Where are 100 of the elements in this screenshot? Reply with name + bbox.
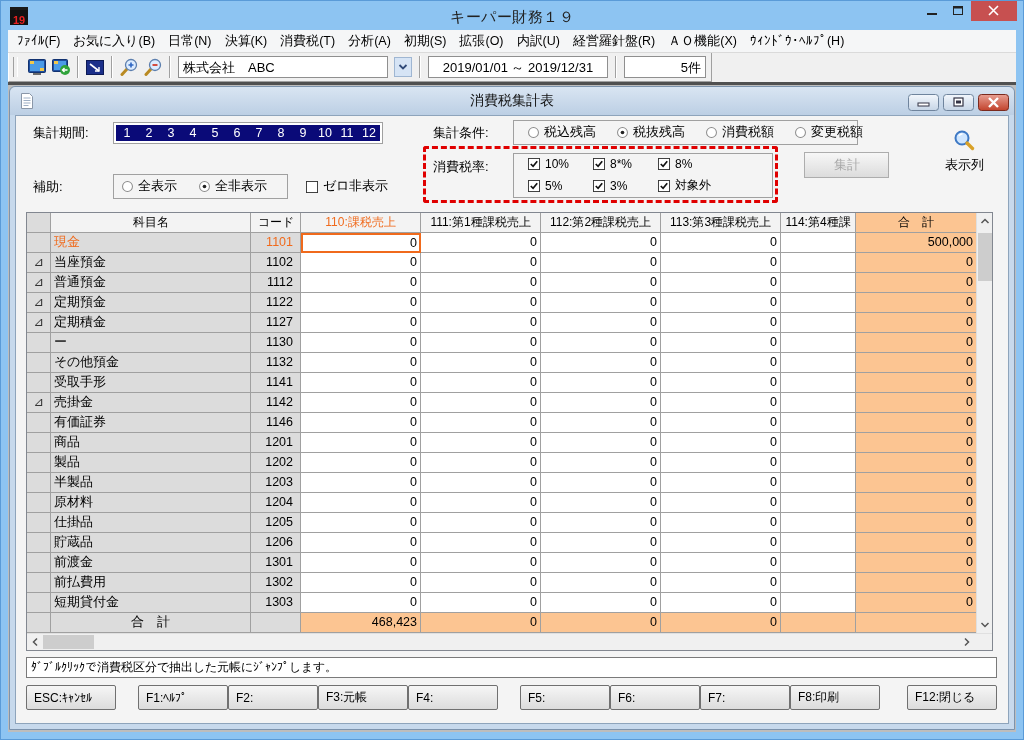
checkbox-option[interactable]: 8% — [658, 157, 723, 171]
table-cell[interactable]: 0 — [421, 573, 541, 593]
month-cell[interactable]: 11 — [336, 125, 358, 141]
account-name-cell[interactable]: 普通預金 — [51, 273, 251, 293]
account-name-cell[interactable]: 短期貸付金 — [51, 593, 251, 613]
radio-icon[interactable] — [199, 181, 210, 192]
table-cell[interactable]: 0 — [421, 553, 541, 573]
radio-option[interactable]: 税抜残高 — [617, 124, 685, 141]
account-code-cell[interactable]: 1303 — [251, 593, 301, 613]
company-field[interactable]: 株式会社 ABC — [178, 56, 388, 78]
table-cell[interactable] — [781, 573, 856, 593]
checkbox-icon[interactable] — [593, 179, 605, 192]
account-name-cell[interactable]: 定期預金 — [51, 293, 251, 313]
table-cell[interactable] — [781, 333, 856, 353]
account-code-cell[interactable]: 1130 — [251, 333, 301, 353]
checkbox-option[interactable]: 8*% — [593, 157, 658, 171]
table-cell[interactable]: 0 — [421, 413, 541, 433]
table-cell[interactable]: 0 — [541, 313, 661, 333]
radio-option[interactable]: 全表示 — [122, 178, 177, 195]
dropdown-icon[interactable] — [394, 57, 412, 77]
checkbox-option[interactable]: 5% — [528, 178, 593, 193]
account-code-cell[interactable]: 1202 — [251, 453, 301, 473]
close-icon[interactable] — [978, 93, 1009, 111]
table-cell[interactable]: 0 — [541, 293, 661, 313]
table-cell[interactable]: 0 — [421, 493, 541, 513]
table-cell[interactable]: 0 — [541, 353, 661, 373]
period-field[interactable]: 2019/01/01 ～ 2019/12/31 — [428, 56, 608, 78]
table-cell[interactable]: 0 — [541, 493, 661, 513]
function-key-button[interactable]: F3:元帳 — [318, 685, 408, 710]
checkbox-icon[interactable] — [593, 158, 605, 170]
table-cell[interactable]: 0 — [421, 453, 541, 473]
table-cell[interactable]: 0 — [301, 233, 421, 253]
month-cell[interactable]: 8 — [270, 125, 292, 141]
function-key-button[interactable]: ESC:ｷｬﾝｾﾙ — [26, 685, 116, 710]
function-key-button[interactable]: F12:閉じる — [907, 685, 997, 710]
month-cell[interactable]: 7 — [248, 125, 270, 141]
table-cell[interactable]: 0 — [421, 293, 541, 313]
menu-item[interactable]: 拡張(O) — [453, 33, 511, 49]
table-cell[interactable]: 0 — [421, 373, 541, 393]
monitor-icon[interactable] — [28, 59, 46, 75]
account-code-cell[interactable]: 1205 — [251, 513, 301, 533]
month-cell[interactable]: 9 — [292, 125, 314, 141]
table-cell[interactable]: 0 — [541, 553, 661, 573]
month-cell[interactable]: 6 — [226, 125, 248, 141]
account-name-cell[interactable]: 当座預金 — [51, 253, 251, 273]
table-cell[interactable]: 0 — [661, 573, 781, 593]
table-cell[interactable] — [781, 273, 856, 293]
table-cell[interactable] — [781, 593, 856, 613]
menu-item[interactable]: 日常(N) — [161, 33, 218, 49]
function-key-button[interactable]: F5: — [520, 685, 610, 710]
checkbox-icon[interactable] — [658, 158, 670, 170]
account-code-cell[interactable]: 1142 — [251, 393, 301, 413]
month-cell[interactable]: 10 — [314, 125, 336, 141]
vertical-scrollbar[interactable] — [976, 213, 992, 633]
menu-item[interactable]: 内訳(U) — [510, 33, 567, 49]
table-cell[interactable]: 0 — [301, 553, 421, 573]
month-cell[interactable]: 2 — [138, 125, 160, 141]
table-cell[interactable] — [781, 233, 856, 253]
month-cell[interactable]: 1 — [116, 125, 138, 141]
account-name-cell[interactable]: 原材料 — [51, 493, 251, 513]
table-cell[interactable]: 0 — [541, 573, 661, 593]
menu-item[interactable]: 経営羅針盤(R) — [566, 33, 662, 49]
checkbox-icon[interactable] — [528, 179, 540, 192]
table-cell[interactable]: 0 — [661, 433, 781, 453]
table-cell[interactable]: 0 — [541, 393, 661, 413]
scrollbar-thumb[interactable] — [43, 635, 94, 649]
account-name-cell[interactable]: 定期積金 — [51, 313, 251, 333]
table-cell[interactable] — [781, 313, 856, 333]
table-cell[interactable] — [781, 453, 856, 473]
table-cell[interactable]: 0 — [301, 533, 421, 553]
radio-icon[interactable] — [528, 127, 539, 138]
table-cell[interactable]: 0 — [661, 533, 781, 553]
table-cell[interactable] — [781, 533, 856, 553]
table-cell[interactable]: 0 — [421, 253, 541, 273]
radio-icon[interactable] — [795, 127, 806, 138]
table-cell[interactable]: 0 — [301, 473, 421, 493]
month-cell[interactable]: 4 — [182, 125, 204, 141]
column-header[interactable]: 113:第3種課税売上 — [661, 213, 781, 233]
table-cell[interactable]: 0 — [661, 593, 781, 613]
menu-item[interactable]: ﾌｧｲﾙ(F) — [10, 33, 67, 49]
account-name-cell[interactable]: 前払費用 — [51, 573, 251, 593]
table-cell[interactable]: 0 — [301, 513, 421, 533]
account-code-cell[interactable]: 1127 — [251, 313, 301, 333]
checkbox-icon[interactable] — [306, 180, 318, 193]
column-picker-button[interactable]: 表示列 — [935, 129, 993, 177]
table-cell[interactable]: 0 — [541, 433, 661, 453]
table-cell[interactable]: 0 — [421, 273, 541, 293]
table-cell[interactable]: 0 — [301, 573, 421, 593]
table-cell[interactable]: 0 — [661, 473, 781, 493]
account-name-cell[interactable]: その他預金 — [51, 353, 251, 373]
account-name-cell[interactable]: 受取手形 — [51, 373, 251, 393]
function-key-button[interactable]: F2: — [228, 685, 318, 710]
column-header[interactable]: 114:第4種課 — [781, 213, 856, 233]
table-cell[interactable] — [781, 473, 856, 493]
table-cell[interactable]: 0 — [541, 533, 661, 553]
table-cell[interactable]: 0 — [541, 513, 661, 533]
table-cell[interactable] — [781, 293, 856, 313]
table-cell[interactable] — [781, 393, 856, 413]
table-cell[interactable]: 0 — [301, 313, 421, 333]
table-cell[interactable]: 0 — [301, 373, 421, 393]
